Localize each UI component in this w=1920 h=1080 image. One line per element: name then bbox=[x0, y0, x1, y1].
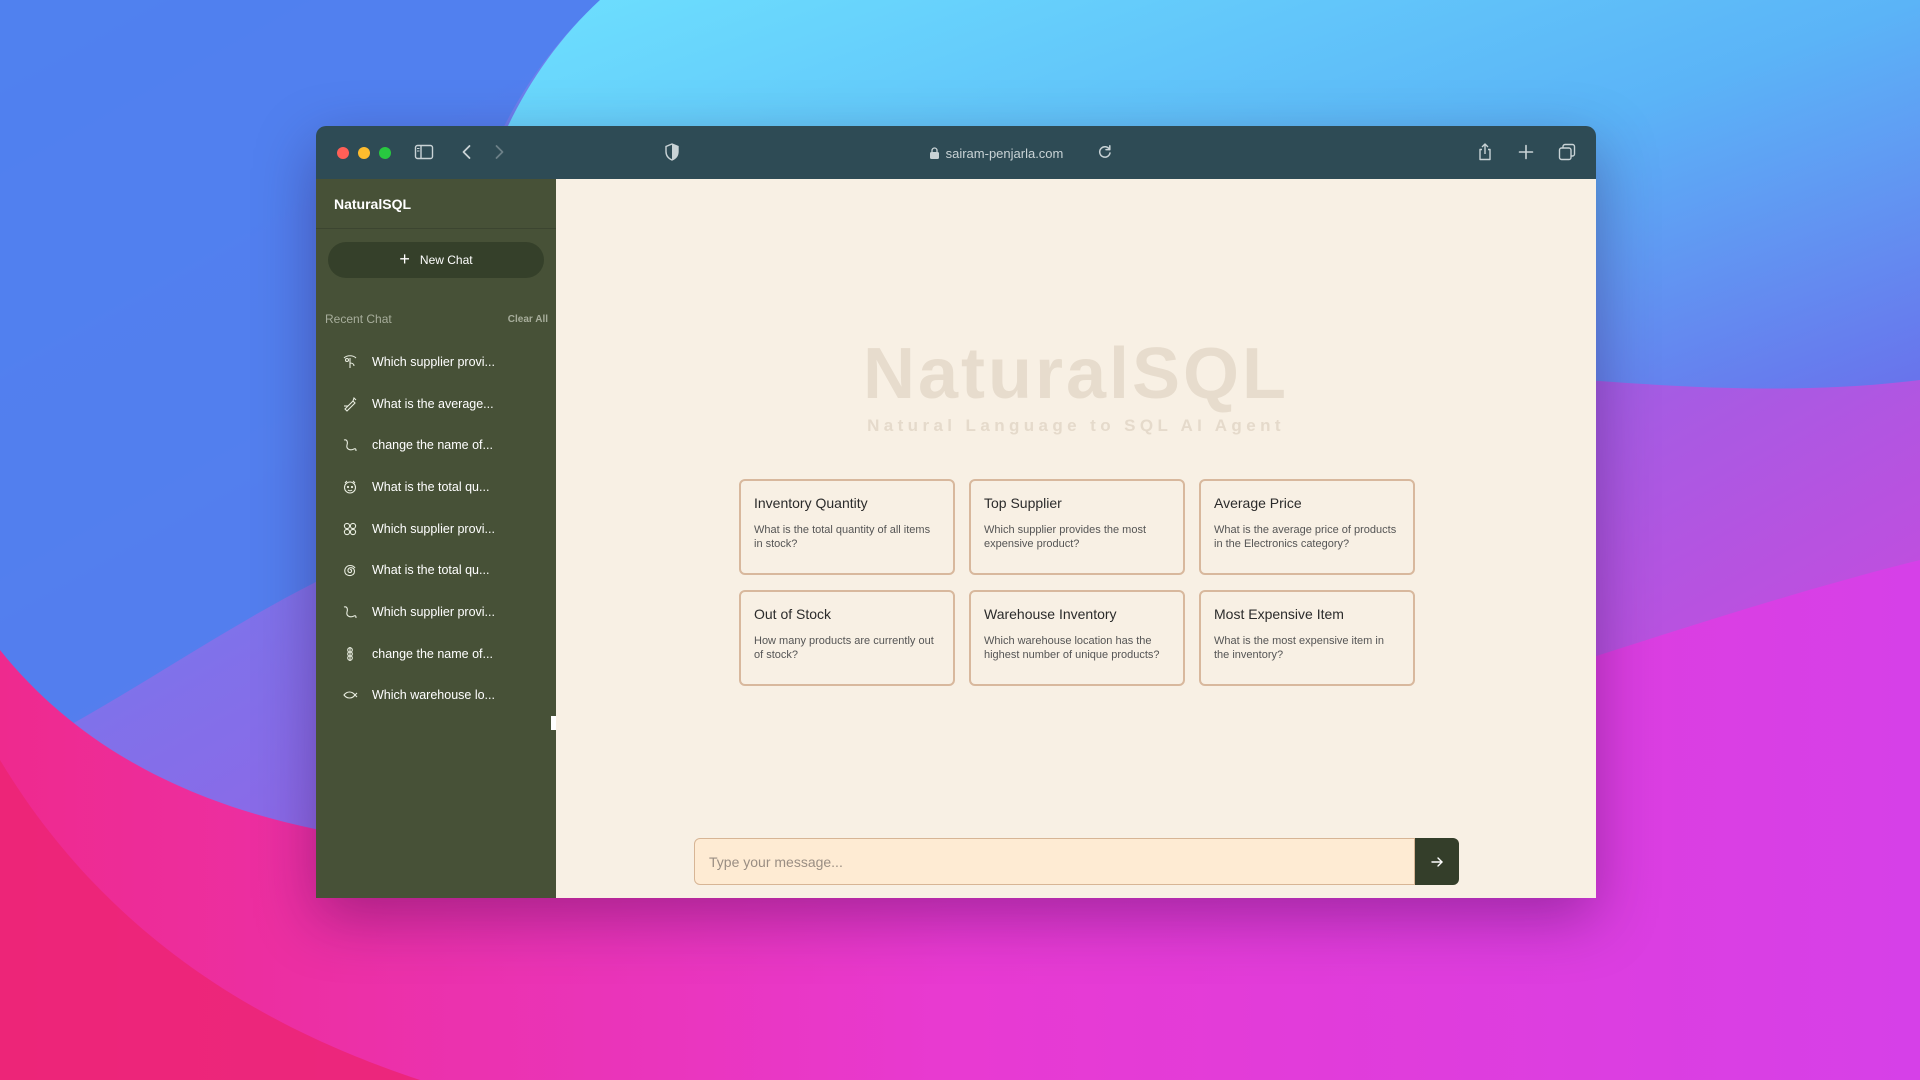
main-panel: NaturalSQL Natural Language to SQL AI Ag… bbox=[556, 179, 1596, 898]
suggestion-cards: Inventory Quantity What is the total qua… bbox=[739, 479, 1416, 686]
new-chat-button[interactable]: + New Chat bbox=[328, 242, 544, 278]
new-chat-label: New Chat bbox=[419, 253, 473, 267]
card-title: Inventory Quantity bbox=[754, 495, 868, 511]
ornament-icon bbox=[343, 355, 357, 368]
squiggle-icon bbox=[343, 606, 357, 618]
card-title: Out of Stock bbox=[754, 606, 832, 622]
chat-history-label: Which warehouse lo... bbox=[372, 688, 495, 703]
share-icon[interactable] bbox=[1473, 140, 1497, 164]
app-content: NaturalSQL + New Chat Recent Chat Clear … bbox=[316, 179, 1596, 898]
sidebar: NaturalSQL + New Chat Recent Chat Clear … bbox=[316, 179, 556, 898]
address-bar[interactable]: sairam-penjarla.com bbox=[886, 142, 1106, 164]
chat-history-item[interactable]: Which supplier provi... bbox=[316, 591, 556, 633]
chat-history-item[interactable]: What is the total qu... bbox=[316, 466, 556, 508]
back-icon[interactable] bbox=[455, 140, 479, 164]
sidebar-toggle-icon[interactable] bbox=[412, 140, 436, 164]
card-description: Which warehouse location has the highest… bbox=[984, 635, 1160, 662]
suggestion-card[interactable]: Warehouse Inventory Which warehouse loca… bbox=[969, 590, 1185, 686]
card-title: Average Price bbox=[1214, 495, 1302, 511]
suggestion-card[interactable]: Out of Stock How many products are curre… bbox=[739, 590, 955, 686]
chat-history-label: What is the average... bbox=[372, 396, 494, 411]
message-composer bbox=[694, 838, 1459, 885]
card-description: What is the average price of products in… bbox=[1214, 524, 1397, 551]
chat-history-item[interactable]: What is the average... bbox=[316, 383, 556, 425]
face-icon bbox=[343, 480, 357, 494]
suggestion-card[interactable]: Inventory Quantity What is the total qua… bbox=[739, 479, 955, 575]
recent-chat-label: Recent Chat bbox=[325, 312, 392, 326]
chat-history-label: What is the total qu... bbox=[372, 479, 490, 494]
new-tab-icon[interactable] bbox=[1514, 140, 1538, 164]
chat-history-item[interactable]: change the name of... bbox=[316, 633, 556, 675]
message-input[interactable] bbox=[694, 838, 1415, 885]
hero-subtitle: Natural Language to SQL AI Agent bbox=[867, 416, 1285, 435]
chat-history-label: Which supplier provi... bbox=[372, 354, 495, 369]
zoom-window-button[interactable] bbox=[379, 147, 391, 159]
browser-toolbar: sairam-penjarla.com bbox=[316, 126, 1596, 179]
chat-history-label: change the name of... bbox=[372, 646, 493, 661]
close-window-button[interactable] bbox=[337, 147, 349, 159]
card-description: What is the total quantity of all items … bbox=[754, 524, 931, 551]
spiral-icon bbox=[344, 565, 356, 577]
hero-title: NaturalSQL bbox=[862, 334, 1290, 414]
fish-icon bbox=[343, 691, 358, 699]
card-title: Warehouse Inventory bbox=[984, 606, 1117, 622]
flower-icon bbox=[343, 522, 357, 535]
send-button[interactable] bbox=[1415, 838, 1459, 885]
chat-history-label: Which supplier provi... bbox=[372, 521, 495, 536]
recent-chat-header: Recent Chat Clear All bbox=[325, 312, 548, 326]
forward-icon[interactable] bbox=[487, 140, 511, 164]
clear-all-button[interactable]: Clear All bbox=[508, 314, 548, 325]
tabs-overview-icon[interactable] bbox=[1555, 140, 1579, 164]
chat-history-label: Which supplier provi... bbox=[372, 604, 495, 619]
pen-icon bbox=[344, 396, 357, 412]
recent-chat-list: Which supplier provi... What is the aver… bbox=[316, 341, 556, 716]
minimize-window-button[interactable] bbox=[358, 147, 370, 159]
suggestion-card[interactable]: Average Price What is the average price … bbox=[1199, 479, 1415, 575]
arrow-right-icon bbox=[1431, 856, 1443, 867]
plus-icon: + bbox=[399, 249, 410, 269]
squiggle-icon bbox=[343, 439, 357, 452]
chat-history-item[interactable]: Which supplier provi... bbox=[316, 508, 556, 550]
card-title: Top Supplier bbox=[984, 495, 1062, 511]
suggestion-card[interactable]: Top Supplier Which supplier provides the… bbox=[969, 479, 1185, 575]
card-description: Which supplier provides the most expensi… bbox=[984, 524, 1147, 551]
suggestion-card[interactable]: Most Expensive Item What is the most exp… bbox=[1199, 590, 1415, 686]
card-description: How many products are currently out of s… bbox=[754, 635, 934, 662]
chat-history-item[interactable]: change the name of... bbox=[316, 424, 556, 466]
window-controls bbox=[337, 147, 391, 159]
chat-history-label: What is the total qu... bbox=[372, 563, 490, 578]
app-brand: NaturalSQL bbox=[316, 179, 556, 229]
chat-history-item[interactable]: What is the total qu... bbox=[316, 549, 556, 591]
card-title: Most Expensive Item bbox=[1214, 606, 1344, 622]
browser-window: sairam-penjarla.com NaturalSQL + New Cha… bbox=[316, 126, 1596, 898]
shield-icon[interactable] bbox=[660, 140, 684, 164]
url-text: sairam-penjarla.com bbox=[945, 145, 1064, 161]
chat-history-label: change the name of... bbox=[372, 438, 493, 453]
lock-icon bbox=[929, 147, 939, 159]
chat-history-item[interactable]: Which warehouse lo... bbox=[316, 675, 556, 717]
card-description: What is the most expensive item in the i… bbox=[1214, 635, 1384, 662]
knot-icon bbox=[347, 646, 353, 661]
reload-icon[interactable] bbox=[1093, 140, 1117, 164]
chat-history-item[interactable]: Which supplier provi... bbox=[316, 341, 556, 383]
